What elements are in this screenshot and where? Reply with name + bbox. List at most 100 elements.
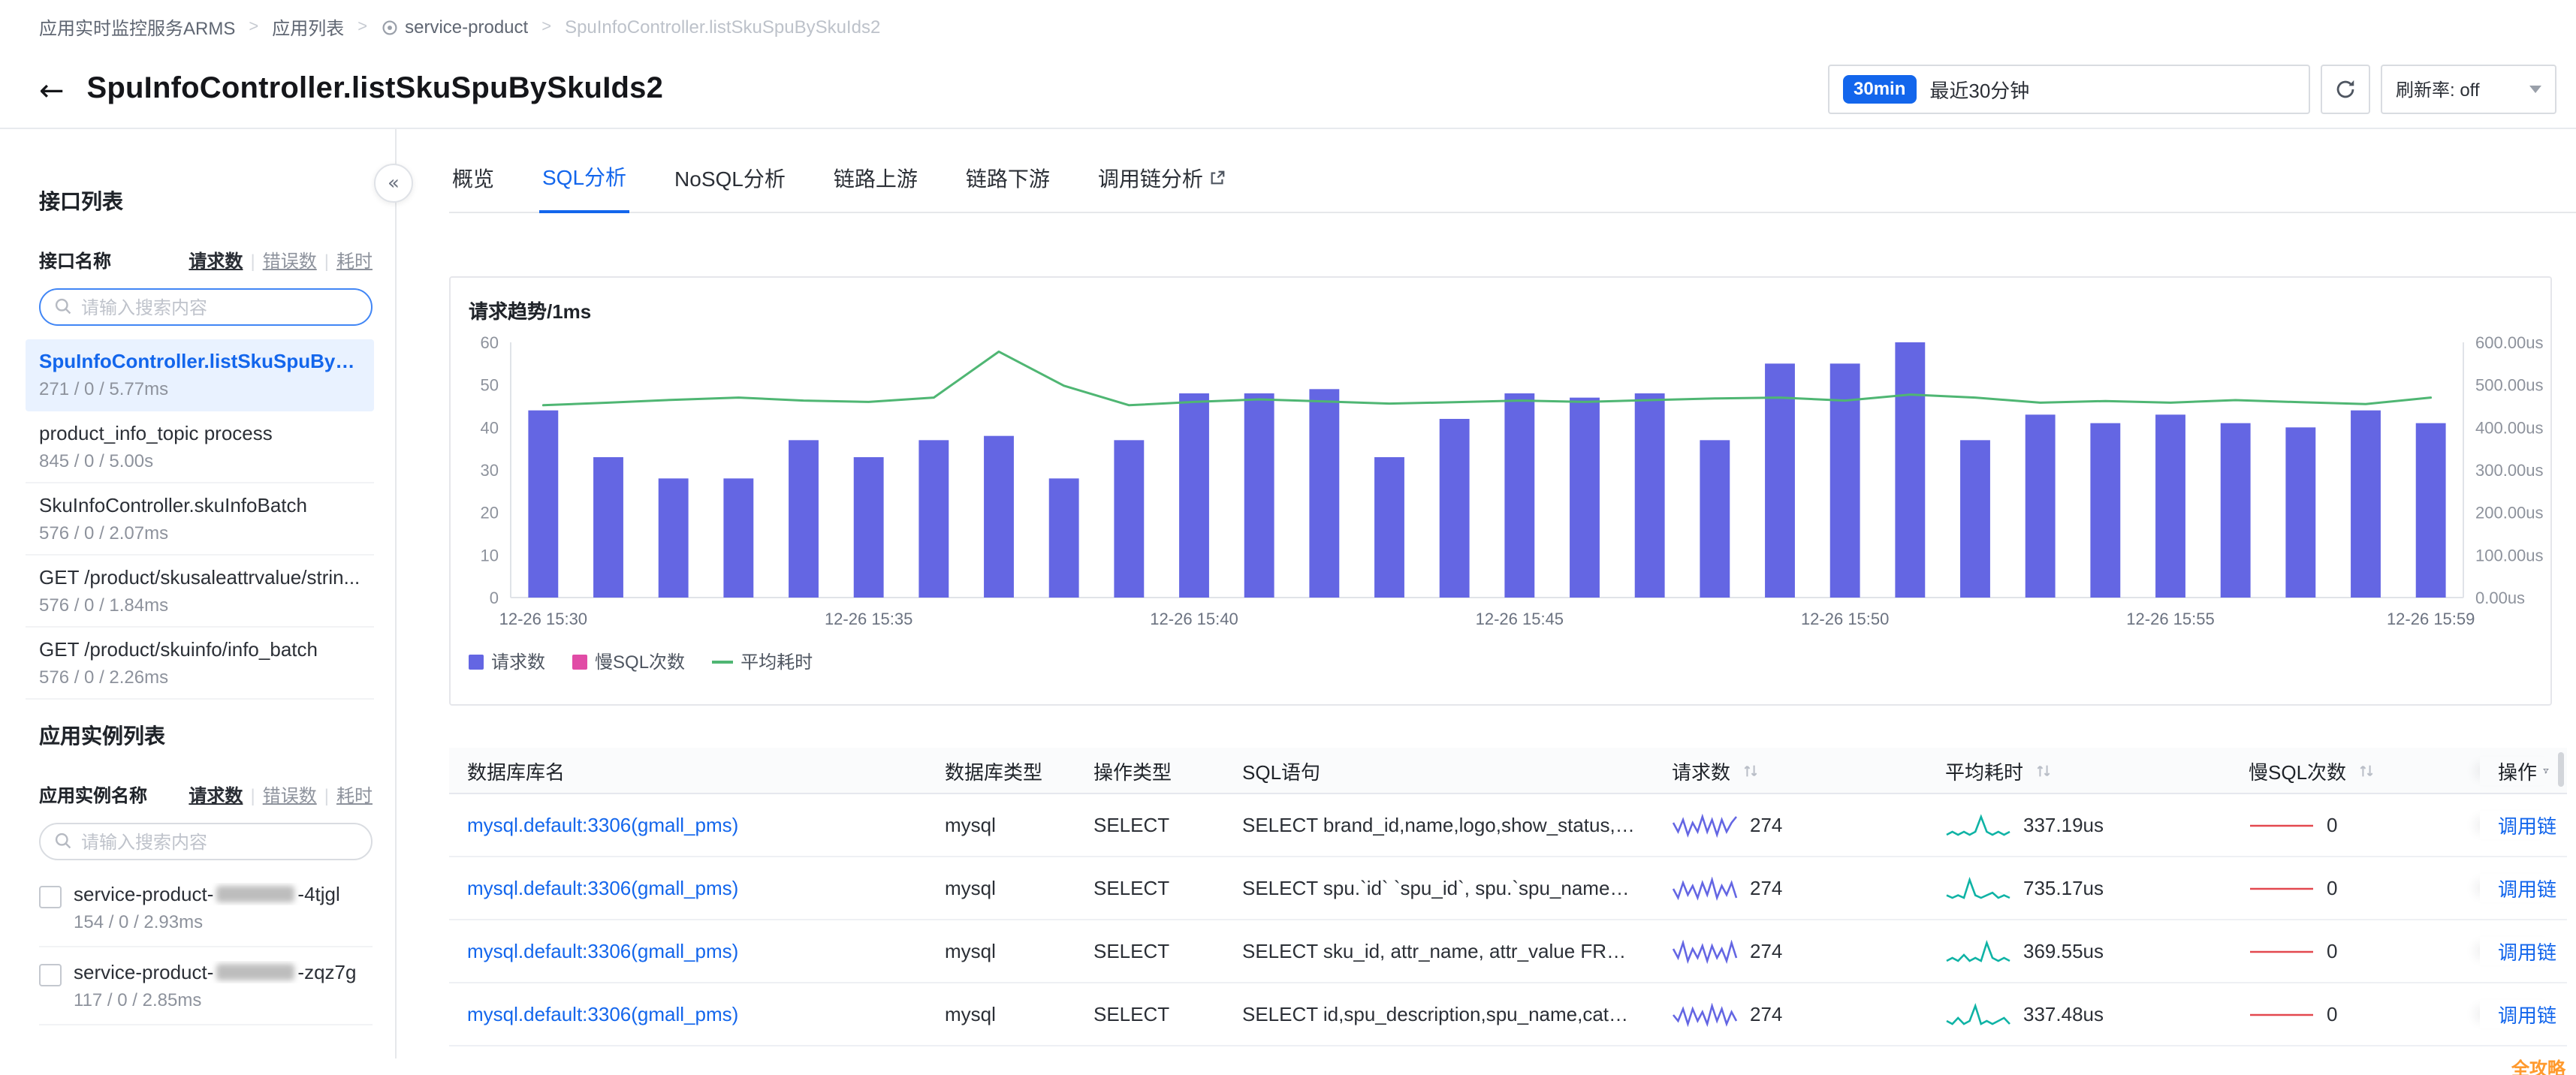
sort-by-duration[interactable]: 耗时	[336, 248, 373, 273]
request-count-sparkline	[1672, 813, 1738, 837]
db-name-link[interactable]: mysql.default:3306(gmall_pms)	[467, 814, 738, 836]
instance-sort-row: 应用实例名称 请求数 | 错误数 | 耗时	[39, 782, 373, 808]
sort-by-error-count[interactable]: 错误数	[263, 782, 317, 808]
sidebar: « 接口列表 接口名称 请求数 | 错误数 | 耗时	[0, 129, 397, 1058]
table-row: mysql.default:3306(gmall_pms) mysql SELE…	[449, 983, 2567, 1046]
instance-list-item[interactable]: service-product--4tjgl 154 / 0 / 2.93ms	[39, 869, 373, 947]
interface-list-item[interactable]: GET /product/skuinfo/info_batch 576 / 0 …	[26, 628, 374, 700]
interface-list-item[interactable]: SpuInfoController.listSkuSpuBySkul... 27…	[26, 339, 374, 411]
breadcrumb-current: SpuInfoController.listSkuSpuBySkuIds2	[565, 17, 880, 38]
app-icon	[381, 19, 397, 35]
avg-rt-sparkline	[1945, 813, 2011, 837]
refresh-rate-select[interactable]: 刷新率: off	[2381, 65, 2556, 114]
instance-name: service-product--zqz7g	[74, 961, 356, 983]
slow-sql-sparkline	[2249, 1002, 2315, 1026]
interface-stats: 576 / 0 / 1.84ms	[39, 595, 360, 616]
svg-text:12-26 15:59: 12-26 15:59	[2387, 610, 2475, 628]
breadcrumb-label: service-product	[405, 17, 528, 38]
db-name-link[interactable]: mysql.default:3306(gmall_pms)	[467, 877, 738, 899]
instance-search-input[interactable]	[39, 823, 373, 860]
tab-nosql-analysis[interactable]: NoSQL分析	[671, 153, 789, 212]
column-header-avg-rt[interactable]: 平均耗时	[1927, 756, 2231, 784]
legend-item[interactable]: 请求数	[469, 649, 545, 674]
trace-link[interactable]: 调用链	[2498, 811, 2556, 839]
tab-downstream[interactable]: 链路下游	[963, 153, 1053, 212]
chart-legend[interactable]: 请求数 慢SQL次数 平均耗时	[469, 649, 2550, 674]
promo-link[interactable]: 全攻略	[2511, 1055, 2565, 1075]
interface-stats: 271 / 0 / 5.77ms	[39, 378, 360, 399]
breadcrumb-app-list[interactable]: 应用列表	[272, 14, 344, 40]
svg-text:600.00us: 600.00us	[2475, 333, 2544, 352]
interface-list-item[interactable]: GET /product/skusaleattrvalue/strin... 5…	[26, 556, 374, 628]
time-range-picker[interactable]: 30min 最近30分钟	[1828, 65, 2310, 114]
instance-checkbox[interactable]	[39, 886, 62, 908]
slow-sql-sparkline	[2249, 939, 2315, 963]
main-content: 概览 SQL分析 NoSQL分析 链路上游 链路下游 调用链分析 请求趋势/1m…	[397, 129, 2576, 1058]
column-header-actions[interactable]: 操作	[2480, 756, 2567, 784]
legend-swatch	[712, 660, 733, 663]
legend-item[interactable]: 慢SQL次数	[572, 649, 685, 674]
db-name-link[interactable]: mysql.default:3306(gmall_pms)	[467, 1003, 738, 1025]
column-header-slow-sql[interactable]: 慢SQL次数	[2231, 756, 2480, 784]
refresh-button[interactable]	[2321, 65, 2370, 114]
separator: |	[324, 784, 329, 805]
slow-sql-cell: 0	[2231, 1002, 2480, 1026]
sort-by-error-count[interactable]: 错误数	[263, 248, 317, 273]
back-arrow-icon[interactable]: ←	[39, 74, 65, 104]
sort-by-request-count[interactable]: 请求数	[189, 782, 243, 808]
sort-icon[interactable]	[2035, 762, 2052, 778]
masked-text	[216, 964, 294, 980]
instance-name-label: 应用实例名称	[39, 782, 147, 808]
breadcrumb-arms[interactable]: 应用实时监控服务ARMS	[39, 14, 235, 40]
filter-icon[interactable]	[2543, 762, 2549, 778]
svg-text:10: 10	[481, 546, 499, 565]
sort-by-duration[interactable]: 耗时	[336, 782, 373, 808]
instance-list-title: 应用实例列表	[39, 721, 395, 751]
sql-statement-cell: SELECT sku_id, attr_name, attr_value FRO…	[1224, 920, 1654, 982]
breadcrumb-service-product[interactable]: service-product	[381, 17, 528, 38]
request-trend-chart[interactable]: 01020304050600.00us100.00us200.00us300.0…	[451, 330, 2553, 637]
sql-statement-cell: SELECT spu.`id` `spu_id`, spu.`spu_name`…	[1224, 857, 1654, 919]
sort-icon[interactable]	[2358, 762, 2375, 778]
trace-link[interactable]: 调用链	[2498, 937, 2556, 965]
request-count-sparkline	[1672, 1002, 1738, 1026]
request-count-sparkline	[1672, 876, 1738, 900]
tab-sql-analysis[interactable]: SQL分析	[539, 153, 629, 213]
slow-sql-sparkline	[2249, 813, 2315, 837]
sidebar-collapse-button[interactable]: «	[374, 164, 413, 203]
interface-sort-row: 接口名称 请求数 | 错误数 | 耗时	[39, 248, 373, 273]
slow-sql-cell: 0	[2231, 939, 2480, 963]
external-link-icon	[1209, 170, 1226, 186]
tab-trace-analysis[interactable]: 调用链分析	[1095, 153, 1229, 212]
interface-list-item[interactable]: product_info_topic process 845 / 0 / 5.0…	[26, 411, 374, 483]
trace-link[interactable]: 调用链	[2498, 1000, 2556, 1028]
db-name-link[interactable]: mysql.default:3306(gmall_pms)	[467, 940, 738, 962]
sort-by-request-count[interactable]: 请求数	[189, 248, 243, 273]
svg-text:12-26 15:30: 12-26 15:30	[499, 610, 587, 628]
slow-sql-value: 0	[2327, 940, 2337, 962]
legend-item[interactable]: 平均耗时	[712, 649, 813, 674]
tab-upstream[interactable]: 链路上游	[831, 153, 921, 212]
legend-swatch	[469, 654, 484, 669]
avg-rt-value: 337.19us	[2023, 814, 2104, 836]
svg-text:12-26 15:40: 12-26 15:40	[1150, 610, 1238, 628]
chevron-down-icon	[2529, 86, 2541, 93]
table-scrollbar-thumb[interactable]	[2558, 752, 2564, 787]
svg-text:300.00us: 300.00us	[2475, 461, 2544, 480]
svg-text:60: 60	[481, 333, 499, 352]
avg-rt-value: 735.17us	[2023, 877, 2104, 899]
column-header-request-count[interactable]: 请求数	[1654, 756, 1927, 784]
search-icon	[54, 832, 72, 850]
slow-sql-value: 0	[2327, 877, 2337, 899]
table-row: mysql.default:3306(gmall_pms) mysql SELE…	[449, 857, 2567, 920]
time-range-label: 最近30分钟	[1929, 75, 2029, 104]
instance-list-item[interactable]: service-product--zqz7g 117 / 0 / 2.85ms	[39, 947, 373, 1025]
sort-icon[interactable]	[1742, 762, 1759, 778]
interface-list-item[interactable]: SkuInfoController.skuInfoBatch 576 / 0 /…	[26, 483, 374, 556]
interface-search-input[interactable]	[39, 288, 373, 326]
instance-checkbox[interactable]	[39, 964, 62, 986]
svg-text:100.00us: 100.00us	[2475, 546, 2544, 565]
svg-text:200.00us: 200.00us	[2475, 504, 2544, 522]
tab-overview[interactable]: 概览	[449, 153, 497, 212]
trace-link[interactable]: 调用链	[2498, 874, 2556, 902]
